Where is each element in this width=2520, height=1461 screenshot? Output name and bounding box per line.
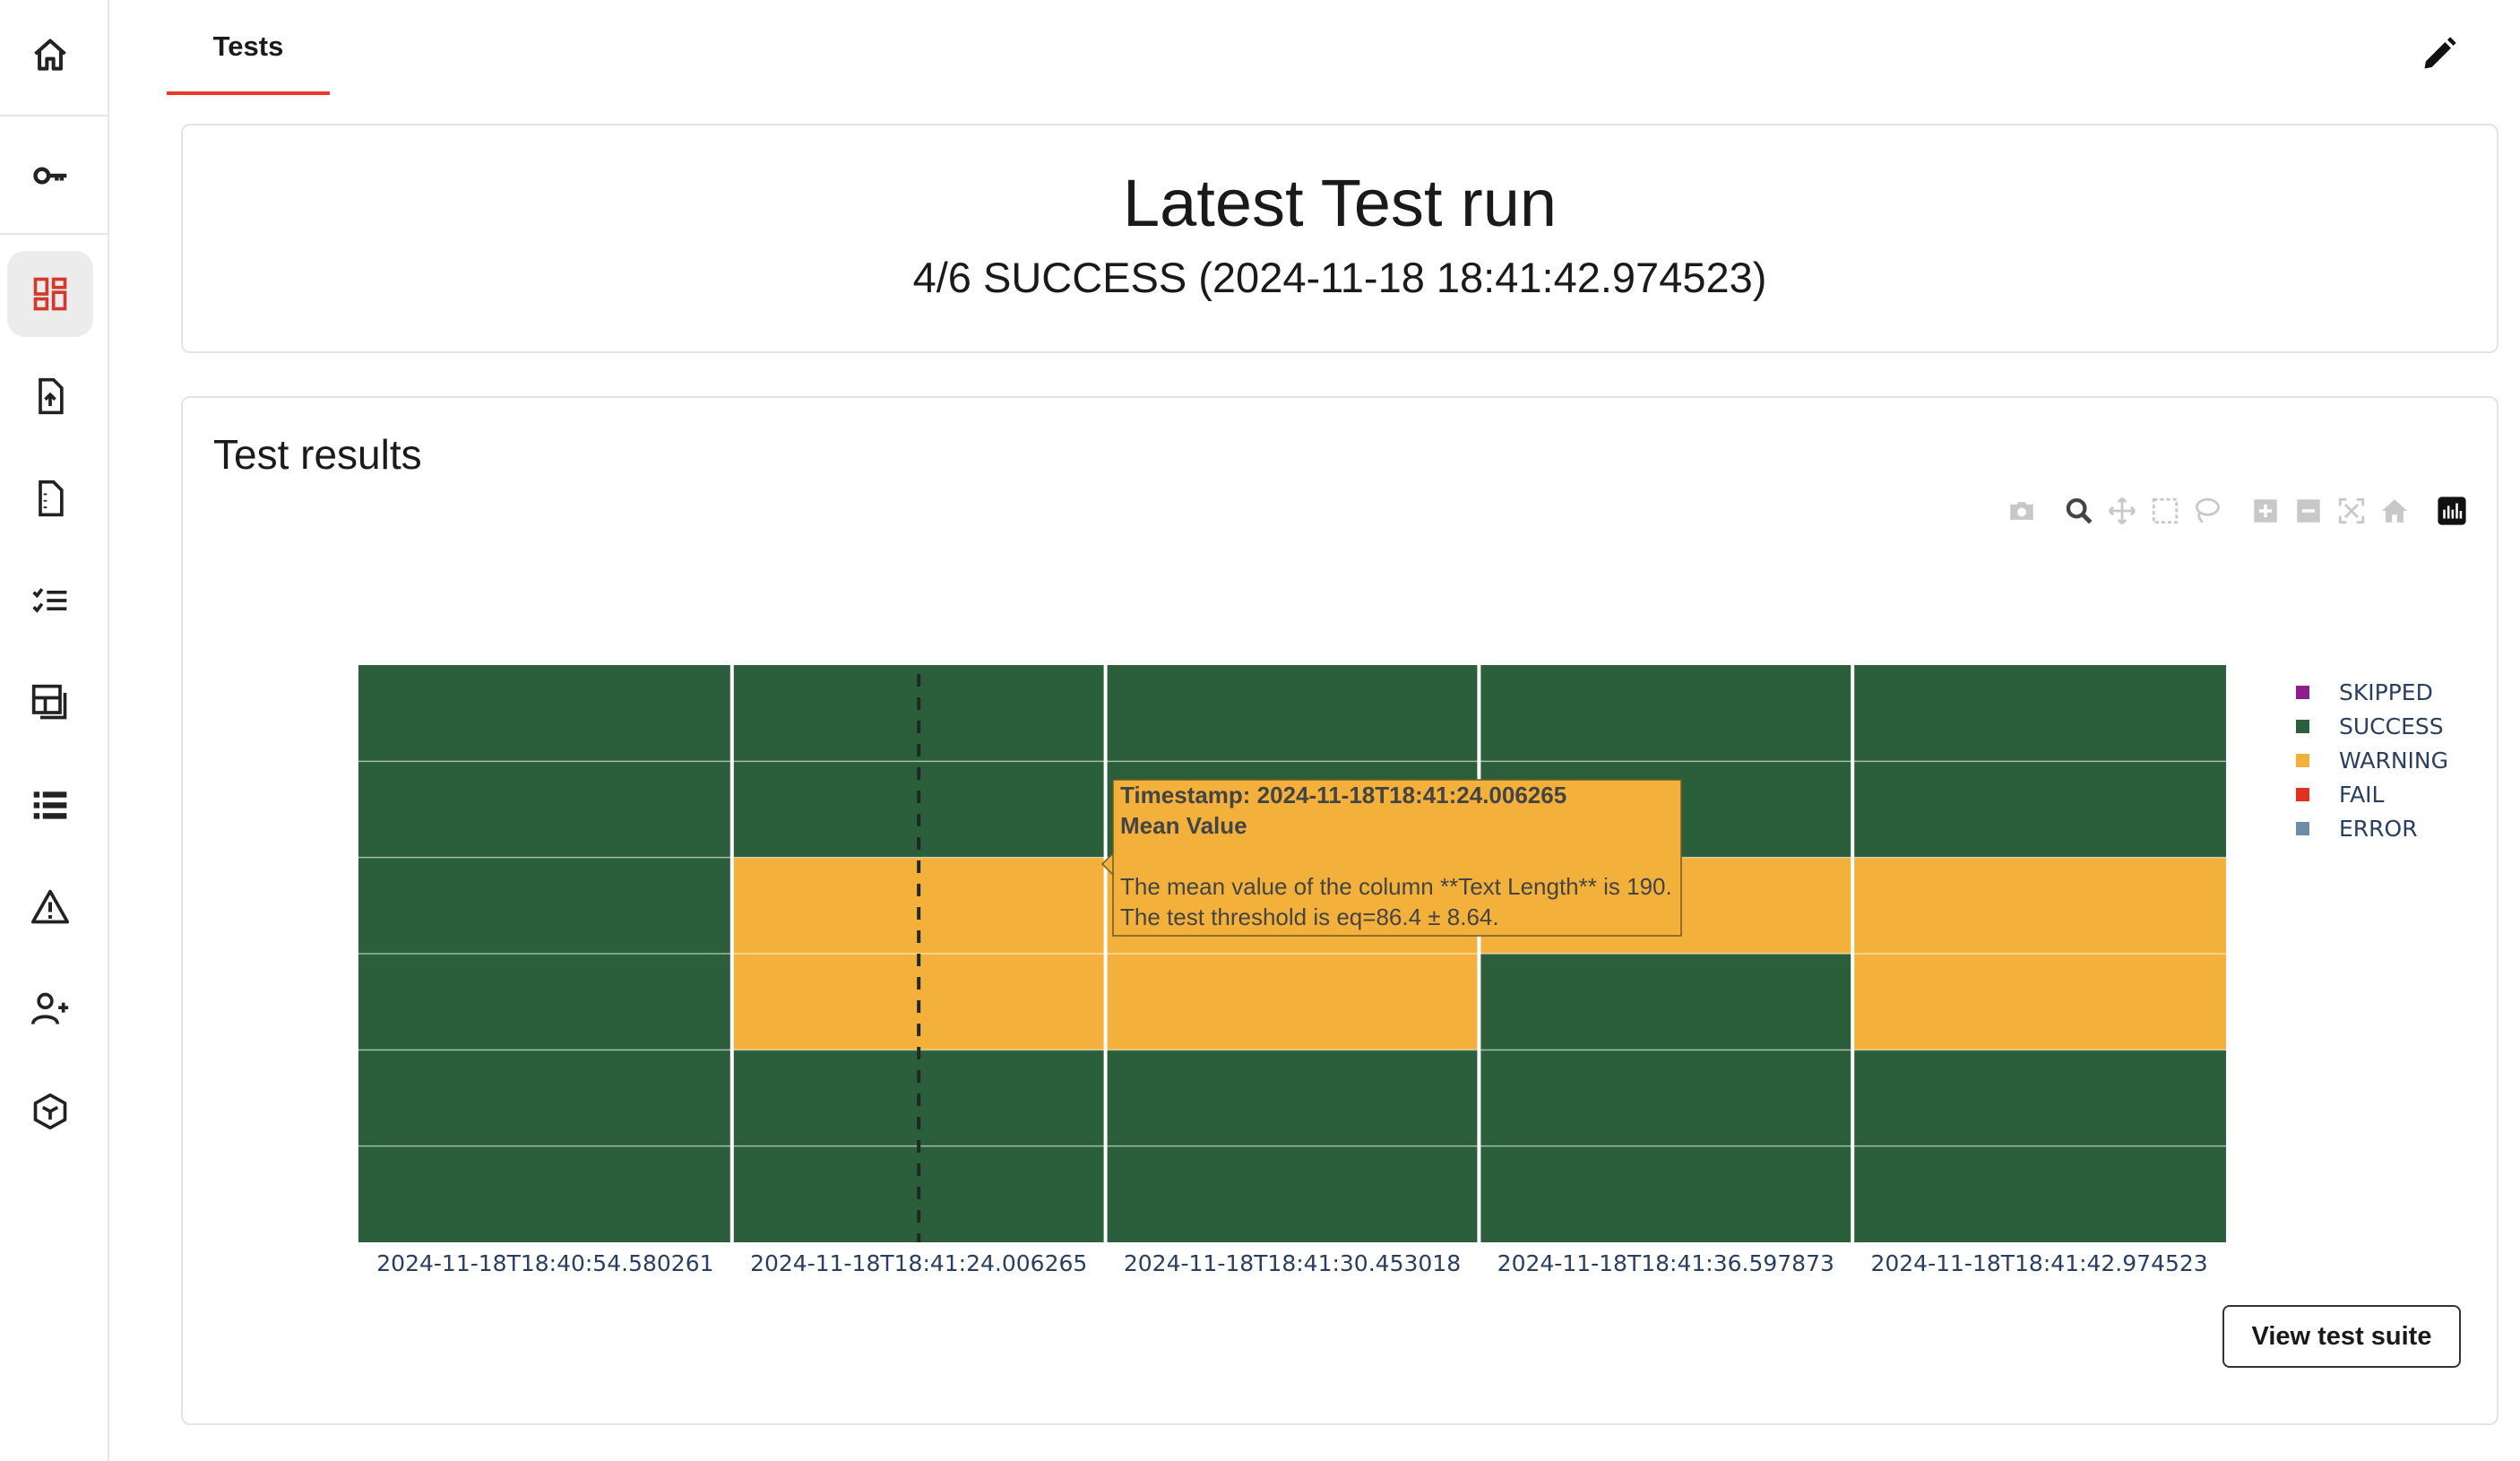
heatmap-cell[interactable]	[1852, 857, 2226, 954]
sidebar-item-tests[interactable]	[7, 558, 93, 644]
heatmap-cell[interactable]	[1479, 665, 1853, 762]
heatmap-cell[interactable]	[358, 1145, 732, 1242]
add-user-icon	[30, 992, 69, 1025]
heatmap-cell[interactable]	[1105, 954, 1480, 1050]
key-icon	[33, 167, 67, 185]
lasso-icon	[2195, 497, 2220, 523]
tooltip-line: The test threshold is eq=86.4 ± 8.64.	[1120, 903, 1499, 930]
legend-label[interactable]: SKIPPED	[2339, 679, 2433, 705]
x-tick-label: 2024-11-18T18:41:30.453018	[1124, 1250, 1461, 1276]
zoom-in-icon	[2254, 499, 2277, 523]
sidebar-item-dashboard[interactable]	[7, 251, 93, 337]
autoscale-button[interactable]	[2334, 493, 2369, 529]
box-icon	[33, 1093, 67, 1130]
home-icon	[34, 39, 66, 71]
edit-button[interactable]	[2412, 27, 2466, 81]
heatmap-cell[interactable]	[1105, 1050, 1480, 1146]
heatmap-cell[interactable]	[358, 761, 732, 858]
heatmap-cell[interactable]	[1852, 1050, 2226, 1146]
sidebar	[0, 0, 109, 1461]
legend-swatch[interactable]	[2296, 720, 2309, 733]
legend-label[interactable]: SUCCESS	[2339, 713, 2444, 739]
sidebar-item-models[interactable]	[7, 1068, 93, 1154]
sidebar-item-layers[interactable]	[7, 660, 93, 746]
autoscale-icon	[2338, 497, 2365, 524]
sidebar-item-alerts[interactable]	[7, 864, 93, 950]
checklist-icon	[32, 588, 67, 613]
heatmap-cell[interactable]	[1479, 1050, 1853, 1146]
zoom-button[interactable]	[2061, 493, 2097, 529]
document-icon	[39, 480, 64, 517]
layers-icon	[31, 684, 67, 720]
heatmap-cell[interactable]	[1105, 665, 1480, 762]
legend-swatch[interactable]	[2296, 686, 2309, 699]
legend-label[interactable]: ERROR	[2339, 816, 2418, 842]
box-select-button[interactable]	[2147, 493, 2183, 529]
sidebar-item-home[interactable]	[7, 13, 93, 99]
heatmap-cell[interactable]	[1852, 1145, 2226, 1242]
legend-label[interactable]: FAIL	[2339, 782, 2385, 808]
zoom-in-button[interactable]	[2248, 493, 2283, 529]
legend-swatch[interactable]	[2296, 788, 2309, 801]
pencil-icon	[2424, 37, 2456, 69]
x-tick-label: 2024-11-18T18:41:24.006265	[750, 1250, 1087, 1276]
sidebar-item-list[interactable]	[7, 762, 93, 848]
heatmap-cell[interactable]	[358, 857, 732, 954]
sidebar-item-users[interactable]	[7, 966, 93, 1052]
camera-icon	[2010, 502, 2033, 520]
pan-button[interactable]	[2104, 493, 2140, 529]
warning-icon	[30, 889, 70, 924]
heatmap-cell[interactable]	[358, 954, 732, 1050]
sidebar-item-keys[interactable]	[7, 133, 93, 219]
legend-label[interactable]: WARNING	[2339, 748, 2448, 774]
heatmap-cell[interactable]	[1852, 665, 2226, 762]
latest-run-title: Latest Test run	[1122, 166, 1558, 240]
plotly-logo-button[interactable]	[2434, 493, 2470, 529]
reset-axes-icon	[2381, 499, 2408, 523]
view-test-suite-button[interactable]: View test suite	[2222, 1305, 2461, 1368]
latest-run-card: Latest Test run 4/6 SUCCESS (2024-11-18 …	[181, 124, 2498, 353]
dashboard-icon	[33, 277, 67, 311]
tooltip-heading: Timestamp: 2024-11-18T18:41:24.006265	[1120, 782, 1566, 808]
latest-run-summary: 4/6 SUCCESS (2024-11-18 18:41:42.974523)	[912, 254, 1767, 301]
heatmap-cell[interactable]	[358, 665, 732, 762]
tab-tests[interactable]: Tests	[168, 0, 328, 93]
heatmap-cell[interactable]	[1852, 761, 2226, 858]
tooltip-heading: Mean Value	[1120, 812, 1247, 839]
legend-swatch[interactable]	[2296, 754, 2309, 767]
reset-axes-button[interactable]	[2377, 493, 2412, 529]
sidebar-item-upload[interactable]	[7, 353, 93, 439]
zoom-out-icon	[2297, 499, 2320, 523]
zoom-out-button[interactable]	[2291, 493, 2326, 529]
heatmap-cell[interactable]	[358, 1050, 732, 1146]
heatmap-cell[interactable]	[1105, 1145, 1480, 1242]
plotly-logo-icon	[2438, 497, 2466, 525]
lasso-select-button[interactable]	[2188, 493, 2224, 529]
tooltip-line: The mean value of the column **Text Leng…	[1120, 873, 1672, 900]
legend-swatch[interactable]	[2296, 822, 2309, 835]
heatmap-cell[interactable]	[1852, 954, 2226, 1050]
sidebar-item-documents[interactable]	[7, 455, 93, 541]
list-icon	[33, 791, 67, 819]
x-tick-label: 2024-11-18T18:41:42.974523	[1870, 1250, 2207, 1276]
heatmap-cell[interactable]	[1479, 1145, 1853, 1242]
file-upload-icon	[39, 377, 64, 415]
active-tab-indicator	[167, 91, 330, 95]
x-tick-label: 2024-11-18T18:40:54.580261	[376, 1250, 713, 1276]
box-select-icon	[2152, 497, 2179, 524]
test-results-title: Test results	[213, 431, 422, 478]
pan-icon	[2108, 497, 2136, 525]
x-tick-label: 2024-11-18T18:41:36.597873	[1497, 1250, 1834, 1276]
zoom-icon	[2066, 497, 2093, 524]
heatmap-cell[interactable]	[1479, 954, 1853, 1050]
download-png-button[interactable]	[2004, 493, 2040, 529]
